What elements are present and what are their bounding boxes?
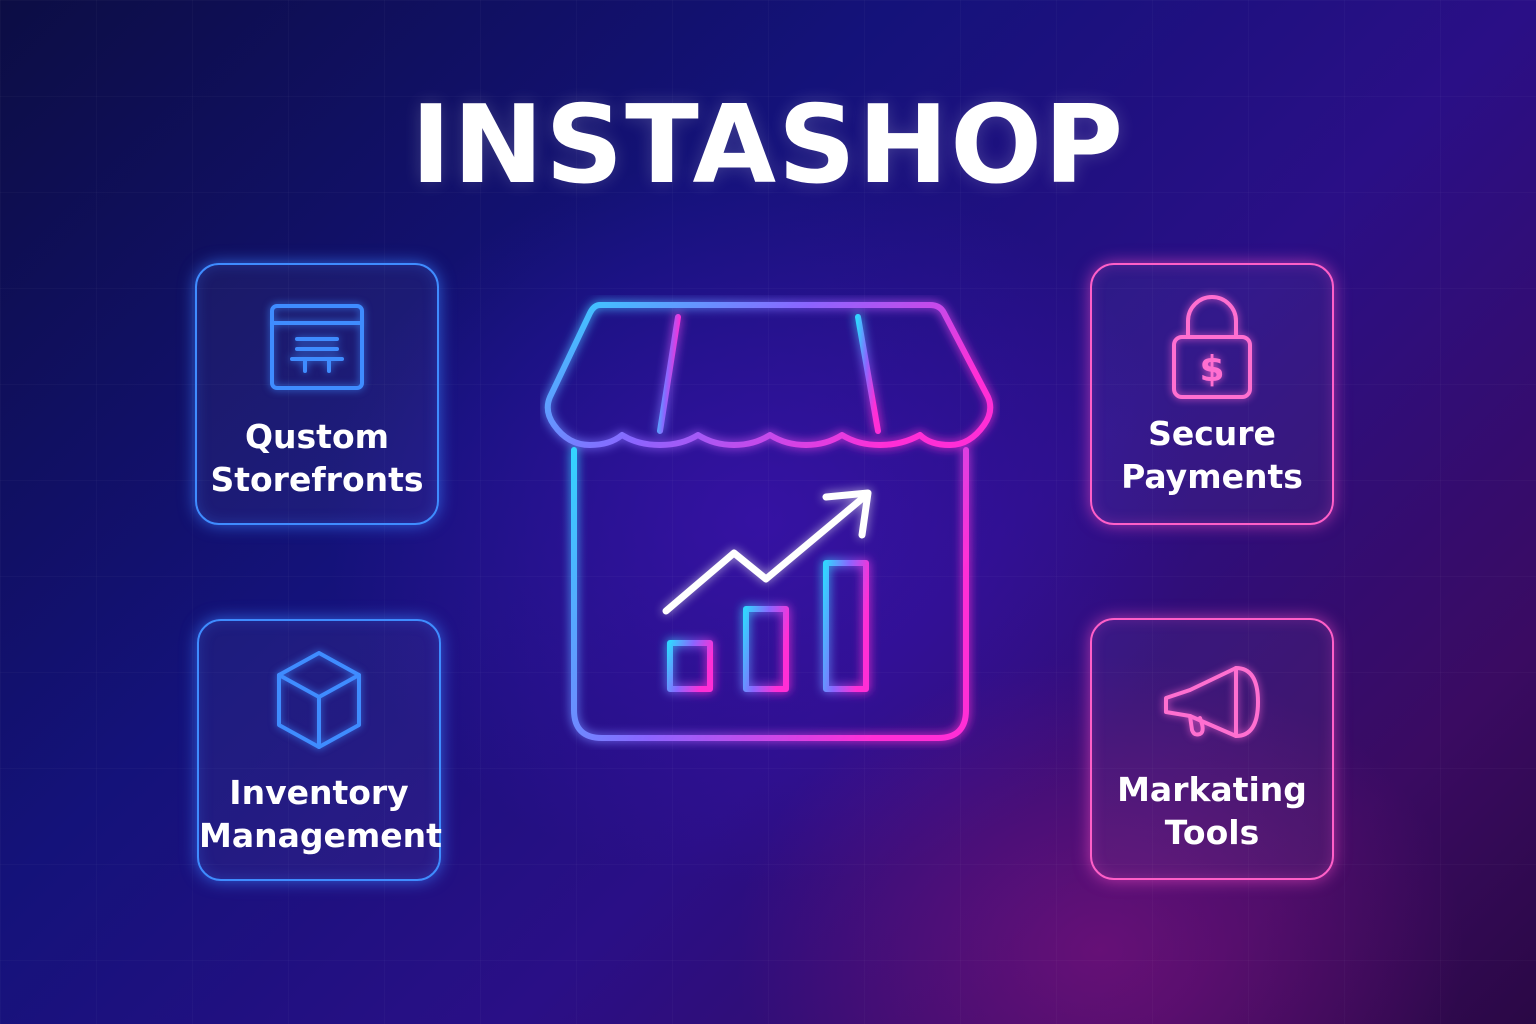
feature-label-storefronts: Qustom Storefronts	[210, 417, 424, 499]
shop-growth-chart-icon	[540, 295, 1000, 750]
feature-label-inventory: Inventory Management	[199, 773, 442, 855]
box-icon	[199, 649, 439, 753]
feature-card-inventory[interactable]: Inventory Management	[197, 619, 442, 881]
feature-card-payments[interactable]: $ Secure Payments	[1090, 263, 1334, 525]
svg-text:$: $	[1199, 349, 1224, 390]
feature-label-marketing: Markating Tools	[1117, 770, 1307, 852]
feature-label-payments: Secure Payments	[1121, 414, 1303, 496]
padlock-dollar-icon: $	[1092, 291, 1332, 401]
feature-card-marketing[interactable]: Markating Tools	[1090, 618, 1334, 880]
megaphone-icon	[1092, 660, 1332, 744]
app-title: INSTASHOP	[410, 83, 1126, 208]
feature-card-storefronts[interactable]: Qustom Storefronts	[195, 263, 439, 525]
storefront-window-icon	[197, 303, 437, 393]
